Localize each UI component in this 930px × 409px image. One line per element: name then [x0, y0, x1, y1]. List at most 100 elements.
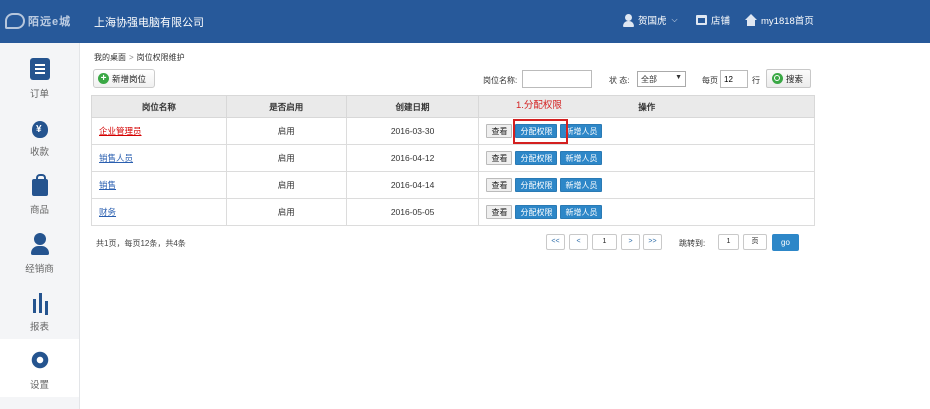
gear-icon — [30, 349, 50, 371]
last-page-button[interactable]: >> — [643, 234, 662, 250]
add-staff-button[interactable]: 新增人员 — [560, 178, 603, 192]
assign-permission-button[interactable]: 分配权限 — [515, 205, 558, 219]
search-button[interactable]: 搜索 — [766, 69, 811, 88]
status-select[interactable]: 全部 ▼ — [637, 71, 686, 87]
sidebar-item-label: 设置 — [29, 380, 49, 391]
add-position-label: 新增岗位 — [112, 73, 147, 84]
order-list-icon — [30, 58, 50, 80]
shop-icon — [696, 15, 707, 25]
jump-page-input[interactable]: 1 — [718, 234, 739, 250]
breadcrumb-separator: > — [129, 53, 134, 62]
home-label: my1818首页 — [761, 16, 814, 27]
table-row: 销售 启用 2016-04-14 查看 分配权限 新增人员 — [91, 171, 815, 199]
position-name-cell: 销售 — [91, 171, 227, 199]
chevron-down-icon: ⌵ — [671, 15, 678, 24]
money-bag-icon — [30, 116, 50, 138]
pagination-summary: 共1页，每页12条，共4条 — [96, 239, 186, 248]
positions-table: 岗位名称 是否启用 创建日期 操作 企业管理员 启用 2016-03-30 查看… — [91, 95, 815, 226]
rows-unit-label: 行 — [752, 76, 760, 85]
shop-link[interactable]: 店铺 — [696, 13, 730, 27]
created-date-cell: 2016-05-05 — [345, 198, 480, 226]
created-date-cell: 2016-03-30 — [345, 117, 480, 145]
sidebar-item-dealers[interactable]: 经销商 — [0, 223, 79, 281]
column-header-name: 岗位名称 — [91, 95, 227, 118]
created-date-cell: 2016-04-14 — [345, 171, 480, 199]
sidebar-item-orders[interactable]: 订单 — [0, 48, 79, 106]
add-staff-button[interactable]: 新增人员 — [560, 151, 603, 165]
view-button[interactable]: 查看 — [486, 205, 513, 219]
sidebar-item-payments[interactable]: 收款 — [0, 106, 79, 164]
table-row: 企业管理员 启用 2016-03-30 查看 分配权限 新增人员 — [91, 117, 815, 145]
table-row: 财务 启用 2016-05-05 查看 分配权限 新增人员 — [91, 198, 815, 226]
highlight-box — [513, 119, 568, 144]
dropdown-arrow-icon: ▼ — [675, 74, 682, 81]
page-unit-label: 页 — [743, 234, 767, 250]
assign-permission-button[interactable]: 分配权限 — [515, 178, 558, 192]
sidebar-item-settings[interactable]: 设置 — [0, 339, 79, 397]
enabled-cell: 启用 — [225, 171, 347, 199]
next-page-button[interactable]: > — [621, 234, 640, 250]
column-header-created: 创建日期 — [345, 95, 480, 118]
position-name-link[interactable]: 销售 — [99, 180, 116, 190]
home-icon — [745, 14, 757, 26]
prev-page-button[interactable]: < — [569, 234, 588, 250]
actions-cell: 查看 分配权限 新增人员 — [478, 144, 815, 172]
enabled-cell: 启用 — [225, 117, 347, 145]
logo-text: 陌远e城 — [28, 16, 72, 28]
person-icon — [30, 233, 50, 255]
add-position-button[interactable]: + 新增岗位 — [93, 69, 155, 88]
per-page-input[interactable] — [720, 70, 748, 88]
user-name: 贺国虎 — [638, 16, 667, 27]
assign-permission-button[interactable]: 分配权限 — [515, 151, 558, 165]
logo-icon — [5, 13, 25, 29]
plus-icon: + — [98, 73, 109, 84]
position-name-input[interactable] — [522, 70, 592, 88]
table-header-row: 岗位名称 是否启用 创建日期 操作 — [91, 95, 815, 118]
home-link[interactable]: my1818首页 — [745, 13, 814, 27]
search-button-label: 搜索 — [786, 73, 804, 84]
sidebar-item-products[interactable]: 商品 — [0, 164, 79, 222]
view-button[interactable]: 查看 — [486, 178, 513, 192]
company-name: 上海协强电脑有限公司 — [94, 17, 204, 29]
bar-chart-icon — [30, 291, 50, 313]
logo[interactable]: 陌远e城 — [5, 11, 75, 31]
enabled-cell: 启用 — [225, 144, 347, 172]
status-select-value: 全部 — [641, 75, 657, 84]
shop-label: 店铺 — [711, 16, 731, 27]
step-annotation: 1.分配权限 — [516, 100, 562, 111]
column-header-enabled: 是否启用 — [225, 95, 347, 118]
go-button[interactable]: go — [772, 234, 799, 251]
sidebar-item-label: 报表 — [29, 322, 49, 333]
breadcrumb-home[interactable]: 我的桌面 — [94, 53, 126, 62]
per-page-label: 每页 — [702, 76, 718, 85]
enabled-cell: 启用 — [225, 198, 347, 226]
position-name-link[interactable]: 销售人员 — [99, 153, 133, 163]
position-name-link[interactable]: 企业管理员 — [99, 126, 142, 136]
table-row: 销售人员 启用 2016-04-12 查看 分配权限 新增人员 — [91, 144, 815, 172]
position-name-cell: 销售人员 — [91, 144, 227, 172]
user-menu[interactable]: 贺国虎 ⌵ — [623, 13, 678, 27]
created-date-cell: 2016-04-12 — [345, 144, 480, 172]
sidebar-item-label: 经销商 — [25, 264, 54, 275]
position-name-link[interactable]: 财务 — [99, 207, 116, 217]
view-button[interactable]: 查看 — [486, 124, 513, 138]
actions-cell: 查看 分配权限 新增人员 — [478, 198, 815, 226]
jump-to-label: 跳转到: — [679, 239, 706, 248]
position-name-cell: 企业管理员 — [91, 117, 227, 145]
position-name-label: 岗位名称: — [483, 76, 518, 85]
breadcrumb-current: 岗位权限维护 — [136, 53, 185, 62]
search-icon — [772, 73, 783, 84]
breadcrumb: 我的桌面 > 岗位权限维护 — [94, 52, 185, 63]
sidebar-item-label: 订单 — [29, 89, 49, 100]
status-label: 状 态: — [609, 76, 630, 85]
first-page-button[interactable]: << — [546, 234, 565, 250]
sidebar: 订单 收款 商品 经销商 报表 设置 — [0, 43, 80, 409]
current-page-button[interactable]: 1 — [592, 234, 617, 250]
sidebar-item-reports[interactable]: 报表 — [0, 281, 79, 339]
sidebar-item-label: 收款 — [29, 147, 49, 158]
top-bar: 陌远e城 上海协强电脑有限公司 贺国虎 ⌵ 店铺 my1818首页 — [0, 0, 930, 43]
add-staff-button[interactable]: 新增人员 — [560, 205, 603, 219]
shopping-bag-icon — [30, 174, 50, 196]
view-button[interactable]: 查看 — [486, 151, 513, 165]
sidebar-item-label: 商品 — [29, 205, 49, 216]
